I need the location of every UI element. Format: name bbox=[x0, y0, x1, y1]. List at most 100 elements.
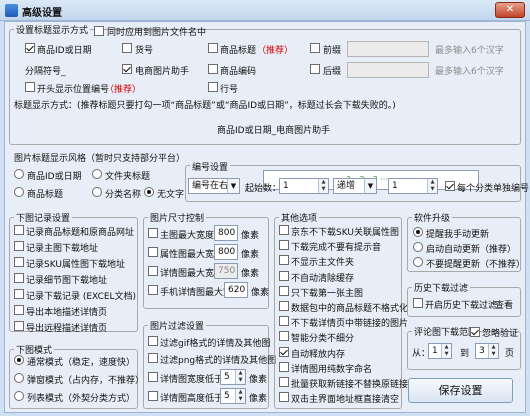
mode-normal-radio[interactable] bbox=[14, 355, 24, 365]
image-size-group-title: 图片尺寸控制 bbox=[148, 211, 207, 224]
style-id-date-radio[interactable] bbox=[14, 169, 24, 179]
other-option-checkbox[interactable] bbox=[279, 346, 289, 357]
number-position-select[interactable]: 编号在右 ▼ bbox=[188, 178, 240, 194]
history-filter-checkbox[interactable] bbox=[413, 298, 423, 308]
prefix-input[interactable] bbox=[347, 41, 429, 57]
filter-width-spinner[interactable]: 5 ▲ ▼ bbox=[220, 369, 246, 385]
other-option-checkbox[interactable] bbox=[279, 255, 289, 266]
start-number-value: 1 bbox=[283, 181, 289, 191]
size-limit-spinner[interactable]: 800 bbox=[214, 225, 238, 241]
other-option-checkbox[interactable] bbox=[279, 316, 289, 327]
download-log-label: 记录下载记录 (EXCEL文档) bbox=[26, 292, 137, 302]
style-folder-title-radio[interactable] bbox=[92, 169, 102, 179]
other-option-checkbox[interactable] bbox=[279, 240, 289, 251]
style-category-radio[interactable] bbox=[92, 187, 102, 197]
upgrade-never-radio[interactable] bbox=[413, 257, 423, 267]
download-log-checkbox[interactable] bbox=[14, 289, 24, 299]
size-limit-value: 750 bbox=[218, 266, 236, 276]
range-page-label: 页 bbox=[505, 349, 515, 359]
show-position-checkbox[interactable] bbox=[25, 82, 35, 92]
other-option-checkbox[interactable] bbox=[279, 225, 289, 235]
filter-height-checkbox[interactable] bbox=[148, 391, 158, 401]
per-category-checkbox[interactable] bbox=[445, 181, 455, 191]
increment-select[interactable]: 递增 ▼ bbox=[333, 178, 377, 194]
start-number-label: 起始数： bbox=[245, 184, 282, 194]
mode-popup-radio[interactable] bbox=[14, 373, 24, 383]
line-no-label: 行号 bbox=[220, 85, 239, 95]
other-option-checkbox[interactable] bbox=[279, 285, 289, 296]
title-mode-group-title: 设置标题显示方式 bbox=[14, 23, 91, 36]
spinner-arrows-icon[interactable]: ▲ ▼ bbox=[235, 370, 245, 384]
spinner-arrows-icon[interactable]: ▲ ▼ bbox=[488, 344, 498, 358]
range-from-spinner[interactable]: 1 ▲ ▼ bbox=[428, 343, 452, 359]
captcha-checkbox[interactable] bbox=[470, 327, 480, 337]
chevron-down-icon: ▼ bbox=[364, 179, 376, 193]
save-button[interactable]: 保存设置 bbox=[408, 378, 513, 403]
comment-range-group-title: 评论图下载范围 bbox=[412, 325, 480, 338]
chevron-down-icon: ▼ bbox=[227, 179, 239, 193]
sync-filename-checkbox[interactable] bbox=[94, 26, 104, 36]
size-limit-checkbox[interactable] bbox=[148, 228, 158, 238]
size-limit-spinner[interactable]: 620 bbox=[224, 282, 248, 298]
style-product-title-radio[interactable] bbox=[14, 187, 24, 197]
download-log-checkbox[interactable] bbox=[14, 321, 24, 331]
download-log-label: 导出远程描述详情页 bbox=[26, 324, 108, 334]
spinner-arrows-icon[interactable]: ▲ ▼ bbox=[318, 179, 328, 193]
separator-label: 分隔符号_ bbox=[25, 67, 66, 77]
history-filter-label: 开启历史下载过滤 bbox=[425, 301, 498, 311]
prefix-checkbox[interactable] bbox=[310, 43, 320, 53]
mode-batch-radio[interactable] bbox=[14, 391, 24, 401]
spinner-arrows-icon[interactable]: ▲ ▼ bbox=[441, 344, 451, 358]
other-option-label: 详情图用纯数字命名 bbox=[291, 364, 373, 375]
close-button[interactable]: ✕ bbox=[495, 2, 525, 18]
other-option-checkbox[interactable] bbox=[279, 331, 289, 342]
sync-filename-label: 同时应用到图片文件名中 bbox=[107, 28, 207, 38]
suffix-checkbox[interactable] bbox=[310, 64, 320, 74]
history-view-link[interactable]: 查看 bbox=[495, 298, 513, 311]
image-filter-group-title: 图片过滤设置 bbox=[148, 319, 207, 332]
item-no-checkbox[interactable] bbox=[122, 43, 132, 53]
filter-width-checkbox[interactable] bbox=[148, 372, 158, 382]
upgrade-auto-label: 启动自动更新（推荐） bbox=[426, 245, 517, 255]
spinner-arrows-icon[interactable]: ▲ ▼ bbox=[427, 179, 437, 193]
style-no-text-radio[interactable] bbox=[144, 187, 154, 197]
product-code-checkbox[interactable] bbox=[208, 64, 218, 74]
suffix-input[interactable] bbox=[347, 62, 429, 78]
filter-gif-checkbox[interactable] bbox=[148, 336, 158, 346]
download-log-checkbox[interactable] bbox=[14, 241, 24, 251]
other-option-checkbox[interactable] bbox=[279, 361, 289, 372]
download-log-group-title: 下图记录设置 bbox=[14, 211, 73, 224]
size-limit-checkbox[interactable] bbox=[148, 266, 158, 276]
size-limit-spinner[interactable]: 750 bbox=[214, 263, 238, 279]
filter-height-spinner[interactable]: 5 ▲ ▼ bbox=[220, 388, 246, 404]
download-log-checkbox[interactable] bbox=[14, 273, 24, 283]
product-title-label: 商品标题 bbox=[220, 46, 257, 56]
assistant-checkbox[interactable] bbox=[122, 64, 132, 74]
style-product-title-label: 商品标题 bbox=[27, 190, 64, 200]
download-log-checkbox[interactable] bbox=[14, 305, 24, 315]
upgrade-remind-radio[interactable] bbox=[413, 227, 423, 237]
range-from-value: 1 bbox=[432, 346, 438, 356]
download-log-checkbox[interactable] bbox=[14, 225, 24, 235]
range-to-spinner[interactable]: 3 ▲ ▼ bbox=[475, 343, 499, 359]
step-spinner[interactable]: 1 ▲ ▼ bbox=[388, 178, 438, 194]
other-option-checkbox[interactable] bbox=[279, 301, 289, 311]
title-tip: 标题显示方式：(推荐标题只要打勾一项“商品标题”或“商品ID或日期”，标题过长会… bbox=[14, 101, 396, 111]
other-option-checkbox[interactable] bbox=[279, 270, 289, 281]
spinner-arrows-icon[interactable]: ▲ ▼ bbox=[235, 389, 245, 403]
product-id-checkbox[interactable] bbox=[25, 43, 35, 53]
start-number-spinner[interactable]: 1 ▲ ▼ bbox=[279, 178, 329, 194]
upgrade-auto-radio[interactable] bbox=[413, 242, 423, 252]
upgrade-group-title: 软件升级 bbox=[412, 211, 453, 224]
style-no-text-label: 无文字 bbox=[157, 190, 185, 200]
filter-png-checkbox[interactable] bbox=[148, 353, 158, 363]
product-title-checkbox[interactable] bbox=[208, 43, 218, 53]
other-option-checkbox[interactable] bbox=[279, 392, 289, 403]
size-limit-spinner[interactable]: 800 bbox=[214, 244, 238, 260]
other-option-label: 京东不下载SKU关联属性图 bbox=[291, 228, 399, 238]
line-no-checkbox[interactable] bbox=[208, 82, 218, 92]
size-limit-checkbox[interactable] bbox=[148, 285, 158, 295]
download-log-checkbox[interactable] bbox=[14, 257, 24, 267]
other-option-checkbox[interactable] bbox=[279, 377, 289, 387]
size-limit-checkbox[interactable] bbox=[148, 247, 158, 257]
